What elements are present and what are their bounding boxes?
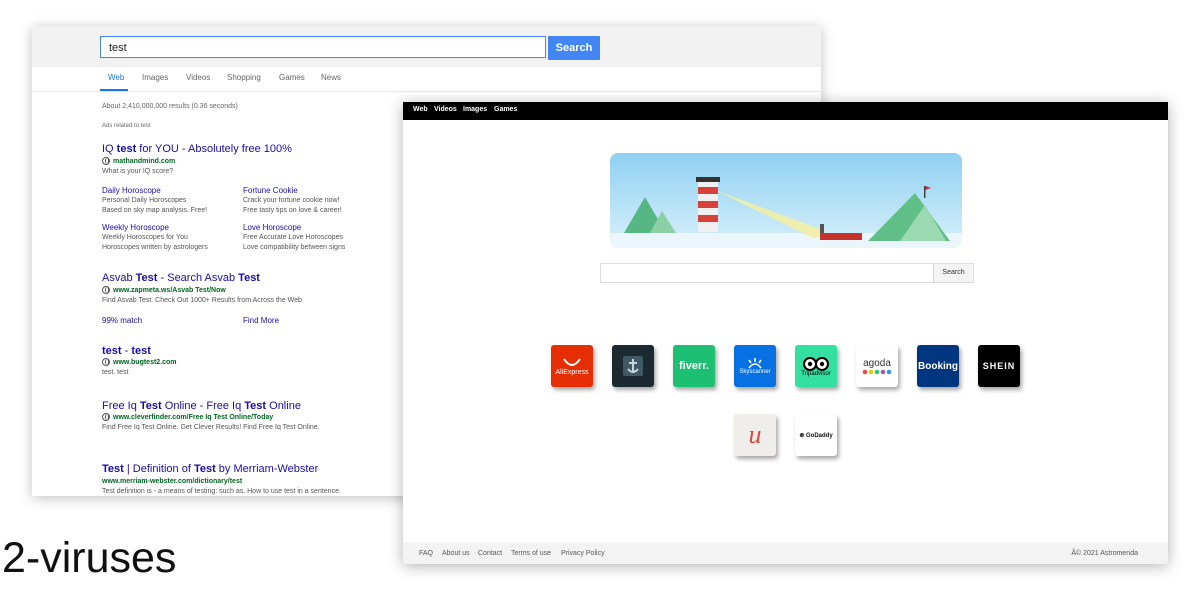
godaddy-tile[interactable]: ⊛ GoDaddy (795, 414, 837, 456)
result-description: Find Asvab Test. Check Out 1000+ Results… (102, 297, 302, 304)
result-title[interactable]: IQ test for YOU - Absolutely free 100% (102, 143, 292, 155)
result-description: What is your IQ score? (102, 168, 174, 175)
skyscanner-tile[interactable]: Skyscanner (734, 345, 776, 387)
footer-contact[interactable]: Contact (478, 550, 502, 557)
sitelink-desc: Personal Daily Horoscopes (102, 197, 187, 204)
tab-shopping[interactable]: Shopping (227, 73, 261, 82)
footer-terms[interactable]: Terms of use (511, 550, 551, 557)
aliexpress-tile[interactable]: AliExpress (551, 345, 593, 387)
result-title[interactable]: Asvab Test - Search Asvab Test (102, 272, 260, 284)
tab-news[interactable]: News (321, 73, 341, 82)
sitelink[interactable]: Love Horoscope (243, 223, 301, 232)
udemy-tile[interactable]: u (734, 414, 776, 456)
tripadvisor-tile[interactable]: Tripadvisor (795, 345, 837, 387)
sitelink-desc: Free Accurate Love Horoscopes (243, 234, 343, 241)
search-button[interactable]: Search (933, 263, 974, 283)
ads-label: Ads related to test (102, 123, 151, 129)
sitelink-desc: Based on sky map analysis. Free! (102, 207, 208, 214)
sitelink-desc: Weekly Horoscopes for You (102, 234, 188, 241)
footer-privacy[interactable]: Privacy Policy (561, 550, 605, 557)
owl-icon (803, 357, 829, 371)
lighthouse-banner (610, 153, 962, 248)
result-description: Find Free Iq Test Online. Get Clever Res… (102, 424, 320, 431)
sitelink[interactable]: Fortune Cookie (243, 186, 298, 195)
globe-icon (102, 286, 110, 294)
result-url: www.bugtest2.com (102, 358, 177, 366)
nav-web[interactable]: Web (413, 106, 428, 113)
caption: 2-viruses (2, 534, 177, 582)
footer-faq[interactable]: FAQ (419, 550, 433, 557)
footer-about[interactable]: About us (442, 550, 470, 557)
anchor-icon (623, 356, 643, 376)
sunrise-icon (748, 358, 762, 369)
footer: FAQ About us Contact Terms of use Privac… (403, 542, 1168, 564)
sitelink-desc: Crack your fortune cookie now! (243, 197, 340, 204)
results-count: About 2,410,000,000 results (0.36 second… (102, 103, 238, 110)
godaddy-label: GoDaddy (806, 432, 833, 439)
result-url: www.zapmeta.ws/Asvab Test/Now (102, 286, 226, 294)
search-tabs: Web Images Videos Shopping Games News (32, 67, 821, 92)
search-input[interactable]: test (100, 36, 546, 58)
warships-tile[interactable] (612, 345, 654, 387)
search-button[interactable]: Search (548, 36, 600, 60)
sitelink[interactable]: 99% match (102, 316, 142, 325)
sitelink[interactable]: Daily Horoscope (102, 186, 161, 195)
result-description: test. test (102, 369, 129, 376)
tab-web[interactable]: Web (108, 73, 124, 82)
result-description: Test definition is - a means of testing:… (102, 488, 341, 495)
globe-icon (102, 157, 110, 165)
fiverr-tile[interactable]: fiverr. (673, 345, 715, 387)
tab-games[interactable]: Games (279, 73, 305, 82)
result-url: www.merriam-webster.com/dictionary/test (102, 478, 243, 485)
tab-videos[interactable]: Videos (186, 73, 210, 82)
aliexpress-icon (563, 357, 581, 366)
astromenda-window: Web Videos Images Games Search AliExpres… (403, 102, 1168, 564)
nav-games[interactable]: Games (494, 106, 517, 113)
globe-icon (102, 358, 110, 366)
tab-images[interactable]: Images (142, 73, 168, 82)
active-tab-indicator (100, 89, 128, 91)
sitelink[interactable]: Find More (243, 316, 279, 325)
godaddy-icon: ⊛ (799, 432, 805, 439)
sitelink[interactable]: Weekly Horoscope (102, 223, 169, 232)
sitelink-desc: Horoscopes written by astrologers (102, 244, 208, 251)
booking-tile[interactable]: Booking (917, 345, 959, 387)
sitelink-desc: Love compatibility between signs (243, 244, 346, 251)
globe-icon (102, 413, 110, 421)
search-input[interactable] (600, 263, 934, 283)
top-nav: Web Videos Images Games (403, 102, 1168, 120)
result-url: mathandmind.com (102, 157, 175, 165)
search-header: test Search (32, 26, 821, 67)
result-title[interactable]: test - test (102, 345, 151, 357)
result-title[interactable]: Test | Definition of Test by Merriam-Web… (102, 463, 318, 475)
nav-videos[interactable]: Videos (434, 106, 457, 113)
result-url: www.cleverfinder.com/Free Iq Test Online… (102, 413, 273, 421)
color-dots-icon (862, 369, 892, 374)
sitelink-desc: Free tasty tips on love & career! (243, 207, 342, 214)
nav-images[interactable]: Images (463, 106, 487, 113)
agoda-tile[interactable]: agoda (856, 345, 898, 387)
shein-tile[interactable]: SHEIN (978, 345, 1020, 387)
copyright: Â© 2021 Astromenda (1071, 550, 1138, 557)
result-title[interactable]: Free Iq Test Online - Free Iq Test Onlin… (102, 400, 301, 412)
